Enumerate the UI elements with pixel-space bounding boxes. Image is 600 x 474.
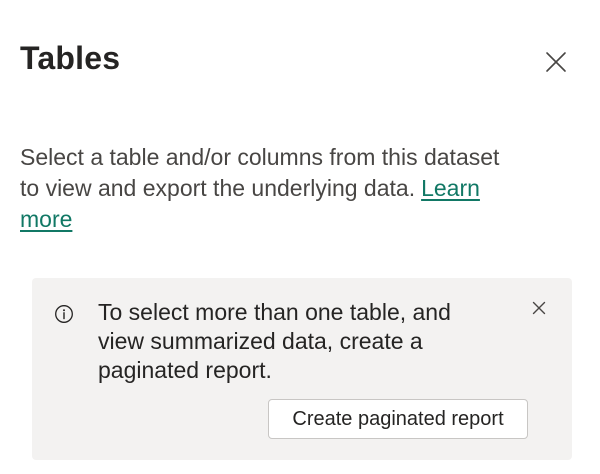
- info-message-text: To select more than one table, and view …: [98, 299, 451, 383]
- panel-title: Tables: [20, 40, 121, 76]
- info-icon: [54, 304, 74, 324]
- close-panel-button[interactable]: [540, 46, 572, 78]
- info-message-bar: To select more than one table, and view …: [32, 278, 572, 460]
- close-icon: [532, 301, 546, 318]
- tables-panel: Tables Select a table and/or columns fro…: [0, 0, 600, 474]
- close-icon: [545, 51, 567, 73]
- create-paginated-report-button[interactable]: Create paginated report: [268, 399, 528, 439]
- dismiss-info-button[interactable]: [528, 298, 550, 320]
- panel-description: Select a table and/or columns from this …: [20, 142, 520, 235]
